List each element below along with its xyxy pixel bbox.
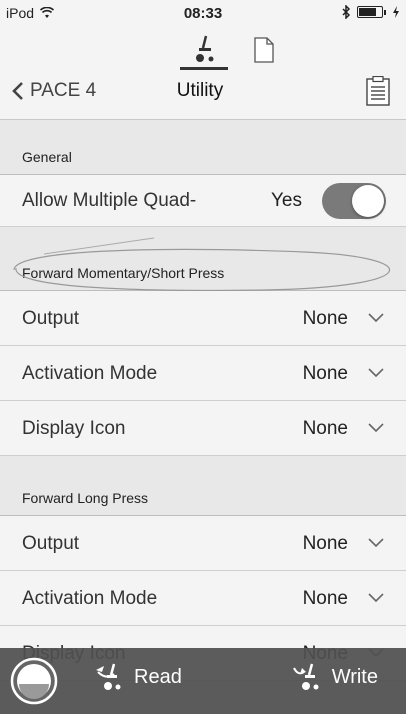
row-label: Allow Multiple Quad- — [22, 190, 197, 211]
row-value: None — [302, 533, 348, 554]
section-title: General — [22, 149, 72, 165]
battery-icon — [357, 6, 383, 18]
row-label: Display Icon — [22, 418, 126, 439]
row-output[interactable]: Output None — [0, 291, 406, 346]
back-button[interactable]: PACE 4 — [12, 80, 96, 102]
document-icon — [254, 37, 274, 63]
write-wheelchair-icon — [292, 663, 319, 690]
row-value: None — [302, 418, 348, 439]
chevron-left-icon — [12, 82, 23, 100]
mode-tabs — [0, 30, 406, 70]
power-icon — [10, 657, 58, 705]
page-title-text: Utility — [176, 80, 224, 101]
back-label: PACE 4 — [30, 80, 97, 101]
row-output[interactable]: Output None — [0, 516, 406, 571]
section-header-forward-long: Forward Long Press — [0, 456, 406, 516]
row-label: Output — [22, 533, 80, 554]
power-button[interactable] — [10, 657, 58, 705]
row-label: Output — [22, 308, 80, 329]
row-activation-mode[interactable]: Activation Mode None — [0, 571, 406, 626]
battery-tip — [384, 9, 386, 15]
tab-document[interactable] — [240, 30, 288, 70]
tab-chair[interactable] — [180, 30, 228, 70]
chevron-down-icon — [368, 538, 384, 548]
chevron-down-icon — [368, 423, 384, 433]
clipboard-icon — [366, 75, 390, 106]
read-wheelchair-icon — [96, 663, 121, 690]
row-label: Activation Mode — [22, 363, 158, 384]
read-label: Read — [134, 665, 182, 688]
section-title: Forward Momentary/Short Press — [22, 265, 225, 281]
row-activation-mode[interactable]: Activation Mode None — [0, 346, 406, 401]
section-title: Forward Long Press — [22, 490, 149, 506]
top-nav: PACE 4 Utility — [0, 28, 406, 120]
section-header-forward-momentary: Forward Momentary/Short Press — [0, 227, 406, 291]
write-button[interactable]: Write — [292, 662, 378, 692]
row-value: None — [302, 588, 348, 609]
read-button[interactable]: Read — [94, 662, 182, 692]
row-display-icon[interactable]: Display Icon None — [0, 401, 406, 456]
clipboard-button[interactable] — [366, 75, 390, 106]
toggle-value: Yes — [271, 190, 302, 211]
toggle-knob — [352, 185, 384, 217]
row-value: None — [302, 308, 348, 329]
bottom-toolbar: Read Write — [0, 648, 406, 714]
allow-multiple-quad-toggle[interactable] — [322, 183, 386, 219]
status-right — [341, 5, 400, 19]
write-label: Write — [331, 665, 378, 688]
chevron-down-icon — [368, 593, 384, 603]
chevron-down-icon — [368, 368, 384, 378]
charging-bolt-icon — [393, 6, 399, 18]
section-header-general: General — [0, 121, 406, 175]
status-bar: iPod 08:33 — [0, 0, 406, 28]
bluetooth-icon — [342, 5, 351, 19]
row-value: None — [302, 363, 348, 384]
row-label: Activation Mode — [22, 588, 158, 609]
row-allow-multiple-quad: Allow Multiple Quad- Yes — [0, 175, 406, 227]
chevron-down-icon — [368, 313, 384, 323]
wheelchair-icon — [196, 35, 214, 62]
